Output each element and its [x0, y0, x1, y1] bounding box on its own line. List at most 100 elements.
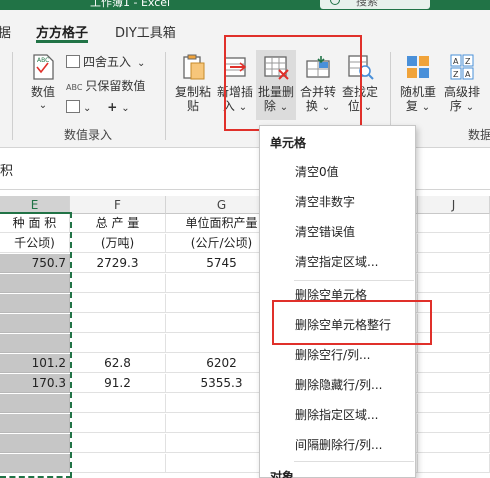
grid-cell[interactable]	[418, 434, 490, 453]
ribbon: ABC 数值 ⌄ 四舍五入 ⌄ ABC 只保留数值 ⌄ + ⌄ 数值录入 复制粘 贴	[0, 44, 490, 148]
window-title: 工作簿1 - Excel	[90, 0, 171, 9]
grid-cell[interactable]	[70, 294, 166, 313]
tab-fangfang[interactable]: 方方格子	[36, 22, 88, 41]
round-icon	[66, 55, 80, 68]
menu-item-delete-empty-cell-rows[interactable]: 删除空单元格整行	[261, 311, 415, 339]
column-header-e[interactable]: E	[0, 196, 70, 214]
grid-cell[interactable]	[0, 314, 70, 333]
round-dropdown-icon: ⌄	[137, 58, 146, 69]
grid-cell[interactable]	[418, 234, 490, 253]
grid-cell[interactable]	[418, 254, 490, 273]
clipboard-icon	[178, 52, 208, 82]
menu-item-clear-errors[interactable]: 清空错误值	[261, 218, 415, 246]
sort-dropdown-icon: ⌄	[465, 102, 475, 113]
grid-cell[interactable]	[418, 414, 490, 433]
grid-cell[interactable]	[418, 374, 490, 393]
random-dropdown-icon: ⌄	[421, 102, 431, 113]
grid-cell[interactable]	[0, 414, 70, 433]
value-button[interactable]: ABC 数值 ⌄	[24, 52, 62, 113]
menu-item-clear-range[interactable]: 清空指定区域...	[261, 248, 415, 276]
advanced-sort-label-2-text: 序	[449, 99, 462, 113]
menu-item-delete-range[interactable]: 删除指定区域...	[261, 401, 415, 429]
grid-cell[interactable]	[418, 454, 490, 473]
grid-cell[interactable]: 种 面 积	[0, 214, 70, 233]
grid-cell[interactable]: 91.2	[70, 374, 166, 393]
grid-cell[interactable]	[418, 354, 490, 373]
merge-convert-label-2: 换 ⌄	[298, 99, 338, 115]
advanced-sort-label-2: 序 ⌄	[442, 99, 482, 115]
round-button[interactable]: 四舍五入 ⌄	[66, 53, 145, 70]
menu-item-clear-zero[interactable]: 清空0值	[261, 158, 415, 186]
formula-bar: 积	[0, 148, 490, 190]
grid-cell[interactable]	[0, 394, 70, 413]
column-header-f[interactable]: F	[70, 196, 166, 214]
batch-delete-button[interactable]: 批量删 除 ⌄	[256, 50, 296, 120]
plus-dropdown-icon: ⌄	[121, 103, 130, 114]
value-label: 数值	[30, 85, 55, 99]
random-icon	[403, 52, 433, 82]
format-button[interactable]: ⌄ + ⌄	[66, 100, 130, 114]
menu-section-object: 对象	[270, 470, 295, 478]
merge-convert-button[interactable]: 合并转 换 ⌄	[298, 52, 338, 115]
grid-cell[interactable]	[418, 274, 490, 293]
grid-cell[interactable]	[70, 314, 166, 333]
svg-text:Z: Z	[453, 70, 459, 79]
plus-button[interactable]: +	[107, 100, 117, 114]
format-dropdown-icon: ⌄	[83, 103, 92, 114]
grid-cell[interactable]: 千公顷)	[0, 234, 70, 253]
grid-cell[interactable]: (万吨)	[70, 234, 166, 253]
grid-cell[interactable]	[418, 334, 490, 353]
find-locate-button[interactable]: 查找定 位 ⌄	[340, 52, 380, 115]
grid-cell[interactable]: 62.8	[70, 354, 166, 373]
grid-cell[interactable]	[0, 454, 70, 473]
tab-data[interactable]: 据	[0, 22, 11, 41]
formula-text[interactable]: 积	[0, 160, 13, 179]
grid-cell[interactable]: 170.3	[0, 374, 70, 393]
menu-item-interval-delete[interactable]: 间隔删除行/列...	[261, 431, 415, 459]
batch-delete-label: 批量删	[257, 85, 294, 99]
menu-item-delete-empty-rows-cols[interactable]: 删除空行/列...	[261, 341, 415, 369]
menu-separator	[294, 461, 414, 462]
grid-cell[interactable]: 总 产 量	[70, 214, 166, 233]
merge-convert-label: 合并转	[299, 85, 336, 99]
value-icon: ABC	[28, 52, 58, 82]
column-header-j[interactable]: J	[418, 196, 490, 214]
menu-item-clear-non-number[interactable]: 清空非数字	[261, 188, 415, 216]
grid-cell[interactable]	[0, 434, 70, 453]
menu-item-delete-empty-cells[interactable]: 删除空单元格	[261, 281, 415, 309]
grid-cell[interactable]	[418, 314, 490, 333]
menu-item-delete-hidden-rows-cols[interactable]: 删除隐藏行/列...	[261, 371, 415, 399]
search-box[interactable]: 搜索	[320, 0, 430, 9]
merge-dropdown-icon: ⌄	[321, 102, 331, 113]
advanced-sort-label: 高级排	[443, 85, 480, 99]
grid-cell[interactable]: 101.2	[0, 354, 70, 373]
keep-values-button[interactable]: ABC 只保留数值	[66, 77, 145, 94]
advanced-sort-button[interactable]: A Z Z A 高级排 序 ⌄	[442, 52, 482, 115]
grid-cell[interactable]	[0, 294, 70, 313]
abc-icon: ABC	[66, 83, 83, 92]
grid-cell[interactable]	[70, 394, 166, 413]
menu-section-cell: 单元格	[270, 136, 307, 150]
copy-paste-label-2: 贴	[186, 99, 199, 113]
ribbon-separator	[12, 52, 13, 140]
insert-icon	[220, 52, 250, 82]
random-repeat-button[interactable]: 随机重 复 ⌄	[398, 52, 438, 115]
grid-cell[interactable]	[70, 274, 166, 293]
grid-cell[interactable]	[70, 434, 166, 453]
grid-cell[interactable]	[70, 414, 166, 433]
grid-cell[interactable]	[70, 334, 166, 353]
insert-button[interactable]: 新增插 入 ⌄	[215, 52, 255, 115]
tab-diy-toolbox[interactable]: DIY工具箱	[115, 22, 176, 41]
grid-cell[interactable]	[418, 294, 490, 313]
grid-cell[interactable]	[0, 274, 70, 293]
grid-cell[interactable]	[418, 394, 490, 413]
grid-cell[interactable]: 750.7	[0, 254, 70, 273]
copy-paste-button[interactable]: 复制粘 贴	[173, 52, 213, 113]
svg-text:A: A	[453, 57, 459, 66]
grid-cell[interactable]	[0, 334, 70, 353]
grid-cell[interactable]: 2729.3	[70, 254, 166, 273]
grid-cell[interactable]	[70, 454, 166, 473]
svg-text:Z: Z	[465, 57, 471, 66]
grid-cell[interactable]	[418, 214, 490, 233]
search-placeholder: 搜索	[356, 0, 378, 8]
